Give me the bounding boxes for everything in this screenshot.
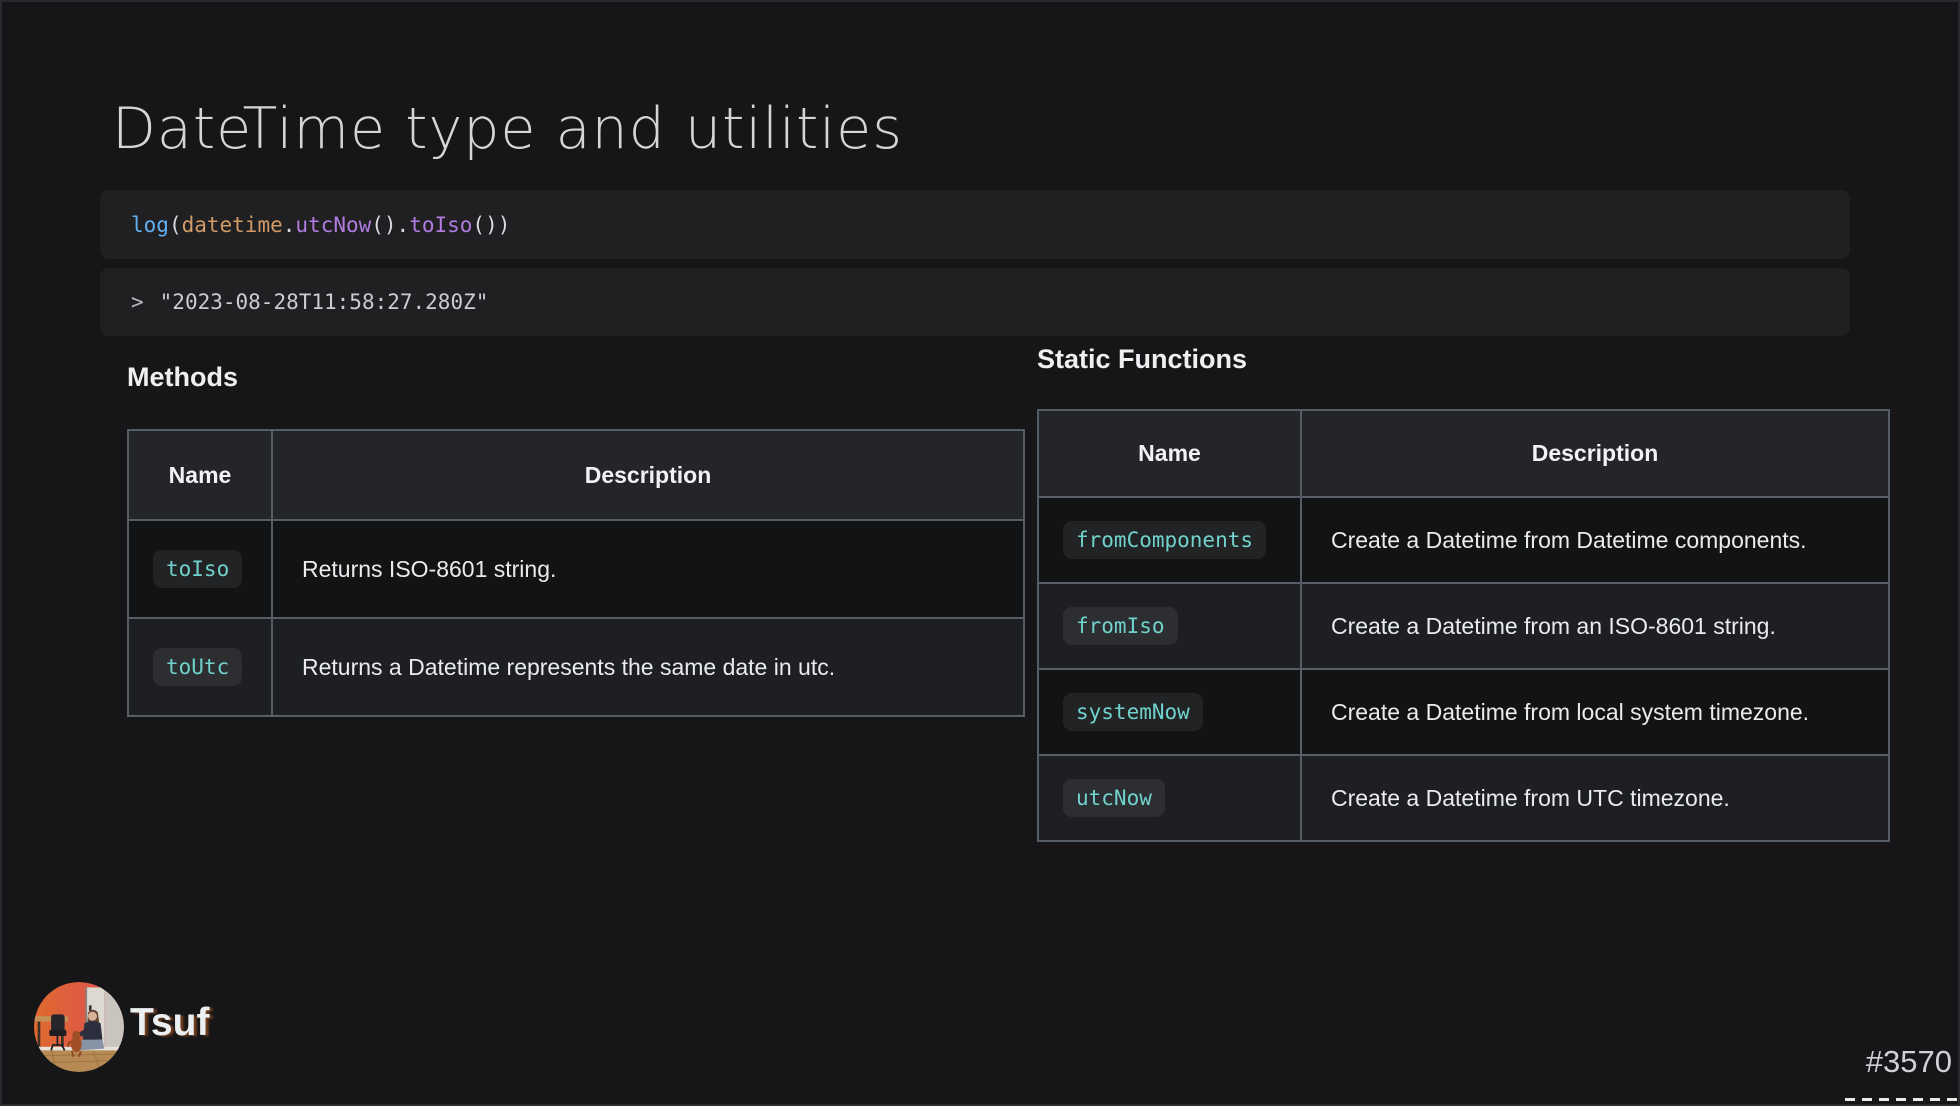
code-token: .	[283, 213, 296, 237]
code-token: utcNow	[295, 213, 371, 237]
author-name: Tsuf	[130, 1001, 209, 1045]
static-header-row: Name Description	[1038, 410, 1889, 497]
function-name-code: fromIso	[1063, 607, 1178, 645]
function-description: Returns a Datetime represents the same d…	[272, 618, 1024, 716]
progress-dashes	[1845, 1098, 1960, 1101]
function-name-code: utcNow	[1063, 779, 1165, 817]
table-row: systemNow Create a Datetime from local sy…	[1038, 669, 1889, 755]
static-col-description: Description	[1301, 410, 1889, 497]
function-description: Returns ISO-8601 string.	[272, 520, 1024, 618]
function-description: Create a Datetime from UTC timezone.	[1301, 755, 1889, 841]
table-row: toUtc Returns a Datetime represents the s…	[128, 618, 1024, 716]
methods-col-name: Name	[128, 430, 272, 520]
table-row: fromComponents Create a Datetime from Dat…	[1038, 497, 1889, 583]
table-row: fromIso Create a Datetime from an ISO-860…	[1038, 583, 1889, 669]
slide-number: #3570	[1866, 1044, 1952, 1080]
code-token: log	[131, 213, 169, 237]
function-name-code: toUtc	[153, 648, 242, 686]
avatar-photo-illustration	[34, 982, 124, 1072]
table-row: toIso Returns ISO-8601 string.	[128, 520, 1024, 618]
table-row: utcNow Create a Datetime from UTC timezon…	[1038, 755, 1889, 841]
code-token: datetime	[182, 213, 283, 237]
code-line: log(datetime.utcNow().toIso())	[131, 213, 510, 237]
code-token: ())	[472, 213, 510, 237]
function-name-code: fromComponents	[1063, 521, 1266, 559]
page-title: DateTime type and utilities	[112, 96, 903, 162]
static-functions-table: Name Description fromComponents Create a …	[1037, 409, 1890, 842]
code-token: (	[169, 213, 182, 237]
slide: DateTime type and utilities log(datetime…	[0, 0, 1960, 1106]
function-name-code: systemNow	[1063, 693, 1203, 731]
function-description: Create a Datetime from Datetime componen…	[1301, 497, 1889, 583]
methods-col-description: Description	[272, 430, 1024, 520]
avatar	[34, 982, 124, 1072]
function-description: Create a Datetime from an ISO-8601 strin…	[1301, 583, 1889, 669]
code-block: log(datetime.utcNow().toIso())	[100, 190, 1850, 259]
output-block: > "2023-08-28T11:58:27.280Z"	[100, 268, 1850, 336]
methods-table: Name Description toIso Returns ISO-8601 s…	[127, 429, 1025, 717]
output-prompt: >	[131, 290, 144, 314]
static-col-name: Name	[1038, 410, 1301, 497]
methods-header-row: Name Description	[128, 430, 1024, 520]
function-name-code: toIso	[153, 550, 242, 588]
function-description: Create a Datetime from local system time…	[1301, 669, 1889, 755]
output-value: "2023-08-28T11:58:27.280Z"	[160, 290, 489, 314]
static-functions-heading: Static Functions	[1037, 344, 1247, 375]
code-token: ().	[371, 213, 409, 237]
methods-heading: Methods	[127, 362, 238, 393]
code-token: toIso	[409, 213, 472, 237]
